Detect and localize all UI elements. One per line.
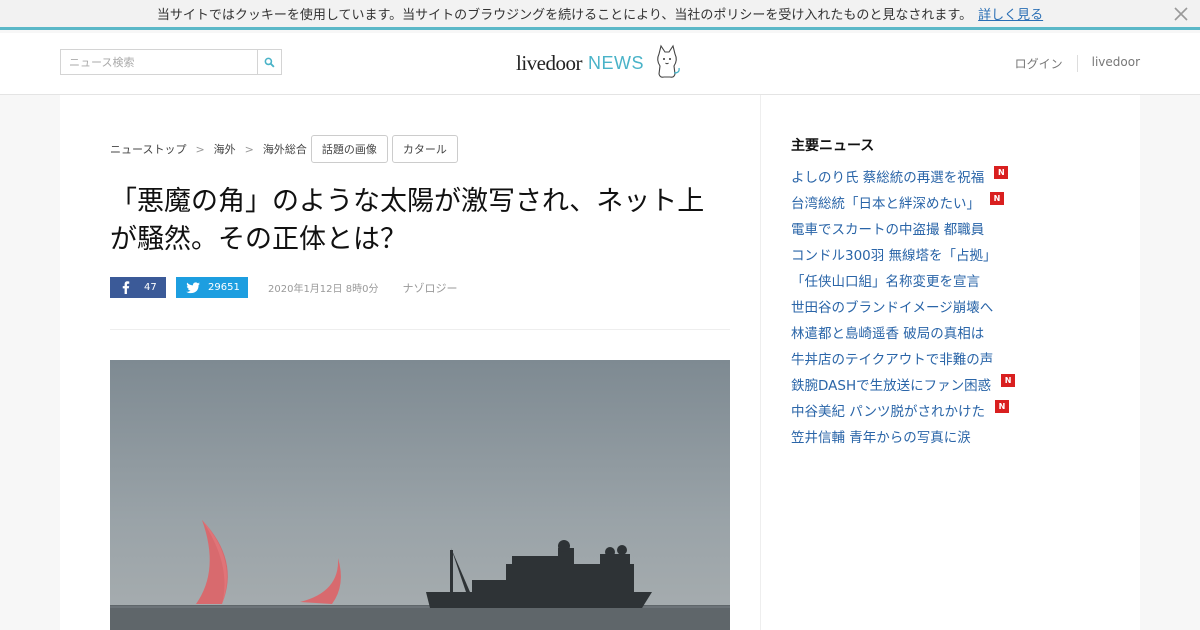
main-news-list: よしのり氏 蔡総統の再選を祝福 N 台湾総統「日本と絆深めたい」 N 電車でスカート… [791, 163, 1016, 449]
share-row: 47 29651 2020年1月12日 8時0分 ナゾロジー [110, 277, 457, 298]
news-link[interactable]: よしのり氏 蔡総統の再選を祝福 [791, 166, 984, 186]
divider [110, 329, 730, 330]
main-news-title: 主要ニュース [791, 138, 875, 154]
tag-trending-images[interactable]: 話題の画像 [310, 135, 388, 163]
list-item[interactable]: よしのり氏 蔡総統の再選を祝福 N [791, 163, 1015, 189]
site-logo[interactable]: livedoor NEWS [516, 43, 682, 83]
news-link[interactable]: 中谷美紀 パンツ脱がされかけた [791, 400, 985, 420]
chevron-right-icon: > [244, 142, 254, 156]
twitter-count: 29651 [208, 282, 240, 293]
sidebar: 主要ニュース よしのり氏 蔡総統の再選を祝福 N 台湾総統「日本と絆深めたい」 N … [760, 95, 1140, 630]
new-badge: N [1001, 373, 1016, 387]
news-link[interactable]: 林遣都と島崎遥香 破局の真相は [791, 322, 984, 342]
news-link[interactable]: 笠井信輔 青年からの写真に涙 [791, 426, 971, 446]
devil-horn-sun-image [110, 360, 730, 630]
facebook-count: 47 [144, 282, 157, 293]
article-title: 「悪魔の角」のような太陽が激写され、ネット上が騒然。その正体とは？ [110, 186, 705, 255]
search-input[interactable] [61, 50, 257, 74]
list-item[interactable]: 笠井信輔 青年からの写真に涙 [791, 423, 1015, 449]
article-date: 2020年1月12日 8時0分 [268, 284, 379, 295]
news-link[interactable]: 鉄腕DASHで生放送にファン困惑 [791, 374, 991, 394]
livedoor-link[interactable]: livedoor [1076, 55, 1140, 72]
breadcrumb-overseas-general[interactable]: 海外総合 [263, 141, 307, 157]
article-source[interactable]: ナゾロジー [402, 280, 457, 296]
search-button[interactable] [257, 50, 281, 74]
logo-news: NEWS [587, 52, 644, 73]
cookie-details-link[interactable]: 詳しく見る [978, 4, 1043, 23]
list-item[interactable]: 電車でスカートの中盗撮 都職員 [791, 215, 1015, 241]
login-link[interactable]: ログイン [1001, 55, 1077, 72]
list-item[interactable]: 台湾総統「日本と絆深めたい」 N [791, 189, 1015, 215]
list-item[interactable]: 鉄腕DASHで生放送にファン困惑 N [791, 371, 1016, 397]
list-item[interactable]: コンドル300羽 無線塔を「占拠」 [791, 241, 1015, 267]
cookie-banner: 当サイトではクッキーを使用しています。当サイトのブラウジングを続けることにより、… [0, 0, 1200, 30]
news-link[interactable]: 世田谷のブランドイメージ崩壊へ [791, 296, 993, 316]
search-icon [264, 57, 275, 68]
new-badge: N [994, 165, 1009, 179]
breadcrumb-news-top[interactable]: ニューストップ [110, 141, 186, 157]
list-item[interactable]: 世田谷のブランドイメージ崩壊へ [791, 293, 1015, 319]
twitter-icon [186, 281, 200, 293]
tag-qatar[interactable]: カタール [391, 135, 458, 163]
new-badge: N [994, 399, 1009, 413]
new-badge: N [990, 191, 1004, 205]
breadcrumb: ニューストップ > 海外 > 海外総合 話題の画像 カタール [110, 135, 458, 163]
header-links: ログイン livedoor [1001, 55, 1140, 72]
search-box [60, 49, 282, 75]
list-item[interactable]: 林遣都と島崎遥香 破局の真相は [791, 319, 1015, 345]
cookie-message: 当サイトではクッキーを使用しています。当サイトのブラウジングを続けることにより、… [156, 8, 973, 23]
dog-mascot-icon [657, 44, 680, 78]
facebook-icon [122, 281, 130, 294]
site-header: livedoor NEWS ログイン livedoor [0, 33, 1200, 95]
news-link[interactable]: 電車でスカートの中盗撮 都職員 [791, 218, 984, 238]
news-link[interactable]: 台湾総統「日本と絆深めたい」 [791, 192, 980, 212]
facebook-share-button[interactable]: 47 [110, 277, 166, 298]
logo-livedoor: livedoor [516, 50, 582, 75]
list-item[interactable]: 牛丼店のテイクアウトで非難の声 [791, 345, 1015, 371]
close-icon[interactable] [1172, 5, 1190, 23]
list-item[interactable]: 中谷美紀 パンツ脱がされかけた N [791, 397, 1015, 423]
news-link[interactable]: コンドル300羽 無線塔を「占拠」 [791, 244, 997, 264]
chevron-right-icon: > [195, 142, 205, 156]
news-link[interactable]: 「任侠山口組」名称変更を宣言 [791, 270, 980, 290]
list-item[interactable]: 「任侠山口組」名称変更を宣言 [791, 267, 1015, 293]
article-photo[interactable] [110, 360, 730, 630]
breadcrumb-overseas[interactable]: 海外 [214, 141, 236, 157]
twitter-share-button[interactable]: 29651 [176, 277, 248, 298]
news-link[interactable]: 牛丼店のテイクアウトで非難の声 [791, 348, 993, 368]
article-main: ニューストップ > 海外 > 海外総合 話題の画像 カタール 「悪魔の角」のよう… [60, 95, 760, 630]
